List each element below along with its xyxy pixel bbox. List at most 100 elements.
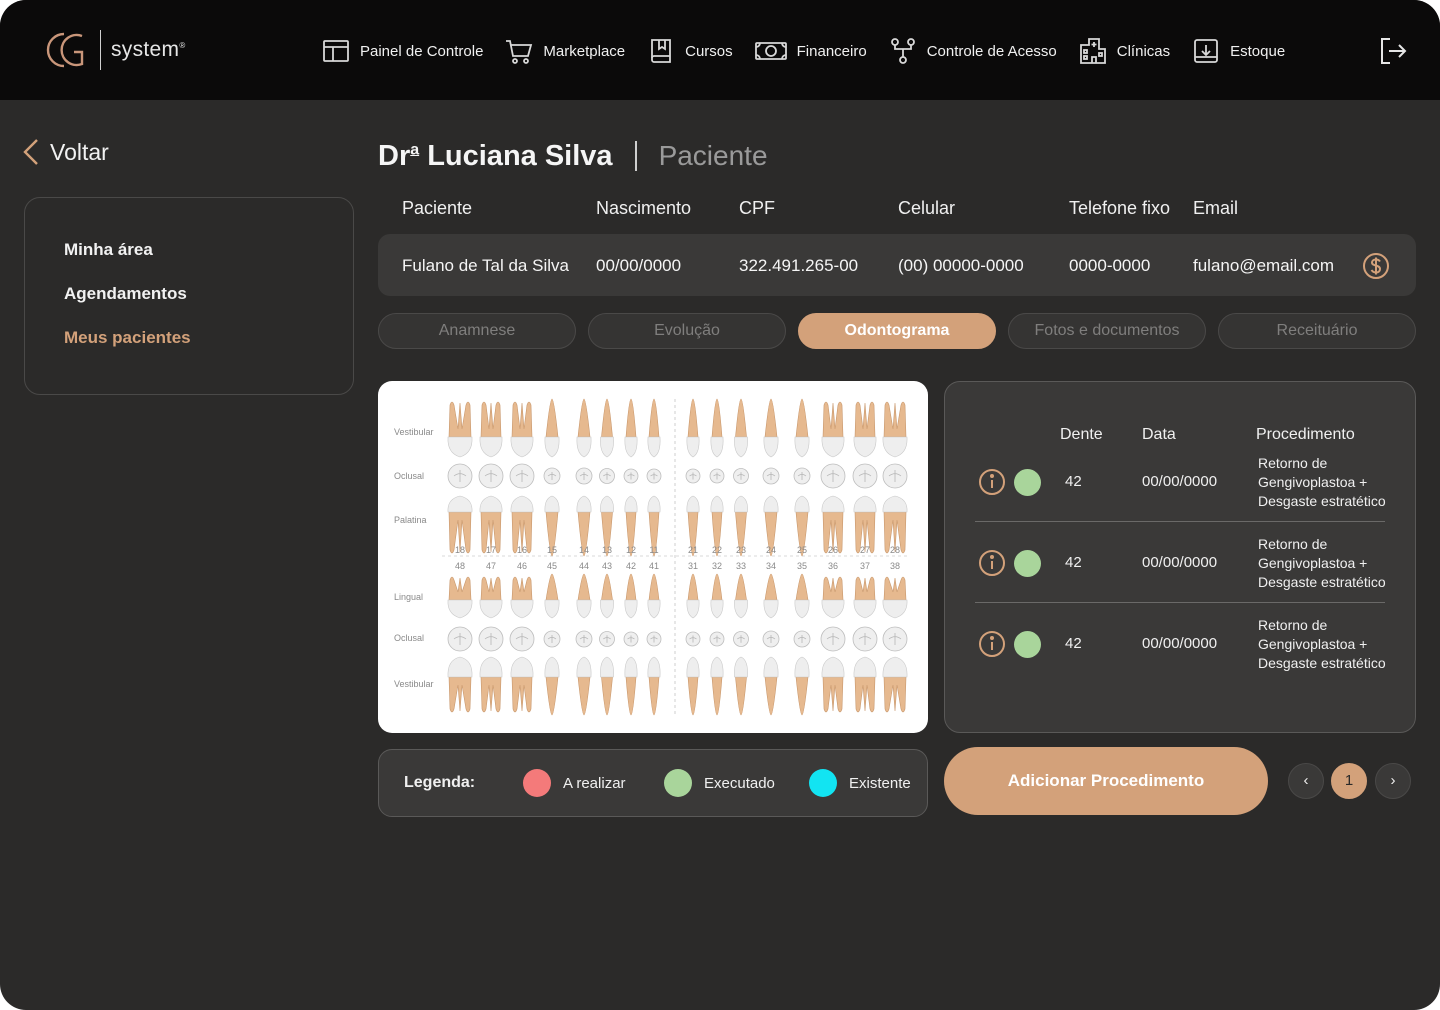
tooth-22-vestibular[interactable]	[710, 398, 724, 458]
tooth-12-vestibular[interactable]	[624, 398, 638, 458]
tooth-31-occlusal[interactable]	[685, 631, 701, 647]
dollar-icon[interactable]	[1362, 252, 1390, 280]
tooth-21-occlusal[interactable]	[685, 468, 701, 484]
tooth-23-occlusal[interactable]	[733, 468, 749, 484]
tooth-41-occlusal[interactable]	[646, 631, 662, 647]
tooth-44-lingual[interactable]	[576, 573, 592, 619]
tooth-16-occlusal[interactable]	[509, 463, 535, 489]
nav-item-financeiro[interactable]: Financeiro	[754, 37, 867, 65]
tooth-25-vestibular[interactable]	[794, 398, 810, 458]
tooth-18-occlusal[interactable]	[447, 463, 473, 489]
tooth-22-occlusal[interactable]	[709, 468, 725, 484]
tooth-36-lingual[interactable]	[821, 576, 845, 619]
nav-item-clinicas[interactable]: Clínicas	[1079, 37, 1170, 65]
tooth-28-occlusal[interactable]	[882, 463, 908, 489]
tooth-38-occlusal[interactable]	[882, 626, 908, 652]
pagination-prev-button[interactable]: ‹	[1288, 763, 1324, 799]
tooth-44-vestibular[interactable]	[576, 656, 592, 716]
tooth-14-vestibular[interactable]	[576, 398, 592, 458]
tooth-48-vestibular[interactable]	[447, 656, 473, 713]
tooth-24-vestibular[interactable]	[763, 398, 779, 458]
tooth-15-vestibular[interactable]	[544, 398, 560, 458]
procedure-row[interactable]: 42 00/00/0000 Retorno de Gengivoplastoa …	[975, 441, 1386, 522]
tooth-37-vestibular[interactable]	[853, 656, 877, 713]
tooth-36-vestibular[interactable]	[821, 656, 845, 713]
info-icon[interactable]	[978, 549, 1006, 577]
tab-anamnese[interactable]: Anamnese	[378, 313, 576, 349]
tooth-11-occlusal[interactable]	[646, 468, 662, 484]
tooth-35-vestibular[interactable]	[794, 656, 810, 716]
tooth-37-lingual[interactable]	[853, 576, 877, 619]
tooth-25-occlusal[interactable]	[793, 467, 811, 485]
tooth-27-vestibular[interactable]	[853, 401, 877, 458]
tooth-44-occlusal[interactable]	[575, 630, 593, 648]
tooth-17-vestibular[interactable]	[479, 401, 503, 458]
nav-item-controle-de-acesso[interactable]: Controle de Acesso	[889, 37, 1057, 65]
tooth-31-lingual[interactable]	[686, 573, 700, 619]
sidebar-item-minha-area[interactable]: Minha área	[64, 240, 353, 284]
tooth-48-lingual[interactable]	[447, 576, 473, 619]
tooth-46-occlusal[interactable]	[509, 626, 535, 652]
tooth-24-occlusal[interactable]	[762, 467, 780, 485]
tooth-45-occlusal[interactable]	[543, 630, 561, 648]
info-icon[interactable]	[978, 468, 1006, 496]
tooth-15-occlusal[interactable]	[543, 467, 561, 485]
tooth-12-occlusal[interactable]	[623, 468, 639, 484]
sidebar-item-meus-pacientes[interactable]: Meus pacientes	[64, 328, 353, 372]
add-procedure-button[interactable]: Adicionar Procedimento	[944, 747, 1268, 815]
tooth-43-occlusal[interactable]	[599, 631, 615, 647]
tooth-36-occlusal[interactable]	[820, 626, 846, 652]
tooth-35-lingual[interactable]	[794, 573, 810, 619]
tooth-33-vestibular[interactable]	[734, 656, 748, 716]
tooth-34-vestibular[interactable]	[763, 656, 779, 716]
brand-logo[interactable]: system®	[42, 28, 186, 72]
tooth-23-vestibular[interactable]	[734, 398, 748, 458]
tooth-37-occlusal[interactable]	[852, 626, 878, 652]
tooth-38-lingual[interactable]	[882, 576, 908, 619]
procedure-row[interactable]: 42 00/00/0000 Retorno de Gengivoplastoa …	[975, 603, 1386, 684]
logout-icon[interactable]	[1378, 36, 1408, 66]
tooth-34-lingual[interactable]	[763, 573, 779, 619]
info-icon[interactable]	[978, 630, 1006, 658]
tooth-31-vestibular[interactable]	[686, 656, 700, 716]
tooth-47-lingual[interactable]	[479, 576, 503, 619]
tooth-35-occlusal[interactable]	[793, 630, 811, 648]
odontogram-chart[interactable]: Vestibular Oclusal Palatina Lingual Oclu…	[378, 381, 928, 733]
tooth-38-vestibular[interactable]	[882, 656, 908, 713]
tooth-26-vestibular[interactable]	[821, 401, 845, 458]
nav-item-cursos[interactable]: Cursos	[647, 37, 733, 65]
tooth-33-lingual[interactable]	[734, 573, 748, 619]
tooth-32-occlusal[interactable]	[709, 631, 725, 647]
tooth-16-vestibular[interactable]	[510, 401, 534, 458]
tooth-47-occlusal[interactable]	[478, 626, 504, 652]
tooth-34-occlusal[interactable]	[762, 630, 780, 648]
tooth-11-vestibular[interactable]	[647, 398, 661, 458]
tooth-46-vestibular[interactable]	[510, 656, 534, 713]
tooth-17-occlusal[interactable]	[478, 463, 504, 489]
tooth-33-occlusal[interactable]	[733, 631, 749, 647]
tab-evolucao[interactable]: Evolução	[588, 313, 786, 349]
nav-item-marketplace[interactable]: Marketplace	[505, 37, 625, 65]
nav-item-painel-de-controle[interactable]: Painel de Controle	[322, 37, 483, 65]
tooth-46-lingual[interactable]	[510, 576, 534, 619]
tab-receituario[interactable]: Receituário	[1218, 313, 1416, 349]
tooth-42-occlusal[interactable]	[623, 631, 639, 647]
tooth-42-lingual[interactable]	[624, 573, 638, 619]
tooth-14-occlusal[interactable]	[575, 467, 593, 485]
tooth-41-vestibular[interactable]	[647, 656, 661, 716]
tooth-43-lingual[interactable]	[600, 573, 614, 619]
tooth-13-vestibular[interactable]	[600, 398, 614, 458]
tooth-26-occlusal[interactable]	[820, 463, 846, 489]
sidebar-item-agendamentos[interactable]: Agendamentos	[64, 284, 353, 328]
tooth-13-occlusal[interactable]	[599, 468, 615, 484]
tooth-27-occlusal[interactable]	[852, 463, 878, 489]
tooth-21-vestibular[interactable]	[686, 398, 700, 458]
pagination-page-1[interactable]: 1	[1331, 763, 1367, 799]
tooth-43-vestibular[interactable]	[600, 656, 614, 716]
nav-item-estoque[interactable]: Estoque	[1192, 37, 1285, 65]
tooth-18-vestibular[interactable]	[447, 401, 473, 458]
tooth-41-lingual[interactable]	[647, 573, 661, 619]
tooth-47-vestibular[interactable]	[479, 656, 503, 713]
tooth-32-vestibular[interactable]	[710, 656, 724, 716]
tab-odontograma[interactable]: Odontograma	[798, 313, 996, 349]
